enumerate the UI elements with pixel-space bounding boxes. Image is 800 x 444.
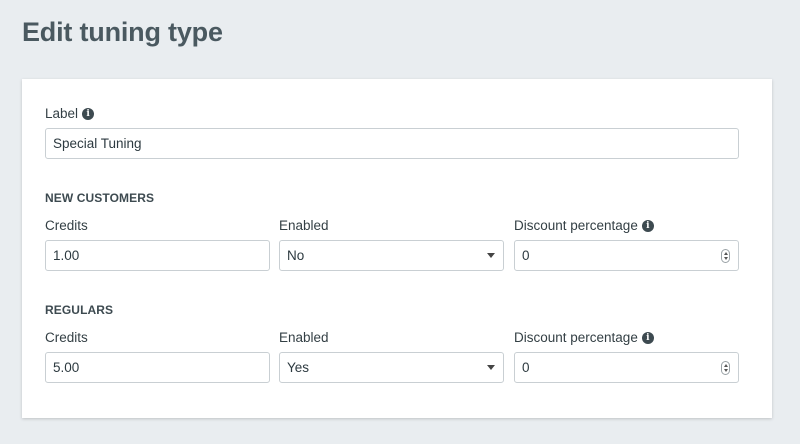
new-customers-enabled-label-text: Enabled	[279, 218, 329, 233]
new-customers-credits-label: Credits	[45, 218, 88, 233]
new-customers-credits-input[interactable]: 1.00	[45, 240, 270, 271]
regulars-heading: REGULARS	[45, 303, 114, 317]
info-icon[interactable]: i	[641, 331, 654, 344]
regulars-discount-label-text: Discount percentage	[514, 330, 638, 345]
regulars-credits-label: Credits	[45, 330, 88, 345]
info-icon[interactable]: i	[641, 219, 654, 232]
new-customers-enabled-label: Enabled	[279, 218, 329, 233]
regulars-enabled-label-text: Enabled	[279, 330, 329, 345]
regulars-discount-value: 0	[522, 360, 530, 375]
caret-down-icon	[487, 365, 495, 370]
new-customers-discount-label: Discount percentage i	[514, 218, 654, 233]
new-customers-enabled-value: No	[287, 248, 305, 263]
regulars-discount-input[interactable]: 0	[514, 352, 739, 383]
regulars-enabled-select[interactable]: Yes	[279, 352, 504, 383]
number-stepper-icon[interactable]	[721, 249, 730, 263]
label-input-value: Special Tuning	[53, 136, 142, 151]
caret-down-icon	[487, 253, 495, 258]
info-icon[interactable]: i	[82, 107, 95, 120]
label-field-label-text: Label	[45, 106, 79, 121]
label-input[interactable]: Special Tuning	[45, 128, 739, 159]
regulars-credits-input[interactable]: 5.00	[45, 352, 270, 383]
page-title: Edit tuning type	[22, 17, 223, 47]
label-field-label: Label i	[45, 106, 95, 121]
new-customers-discount-label-text: Discount percentage	[514, 218, 638, 233]
number-stepper-icon[interactable]	[721, 361, 730, 375]
new-customers-discount-input[interactable]: 0	[514, 240, 739, 271]
new-customers-credits-label-text: Credits	[45, 218, 88, 233]
regulars-enabled-label: Enabled	[279, 330, 329, 345]
regulars-enabled-value: Yes	[287, 360, 310, 375]
regulars-discount-label: Discount percentage i	[514, 330, 654, 345]
edit-form-card: Label i Special Tuning NEW CUSTOMERS Cre…	[22, 79, 772, 418]
new-customers-discount-value: 0	[522, 248, 530, 263]
regulars-credits-label-text: Credits	[45, 330, 88, 345]
new-customers-credits-value: 1.00	[53, 248, 80, 263]
new-customers-heading: NEW CUSTOMERS	[45, 191, 155, 205]
new-customers-enabled-select[interactable]: No	[279, 240, 504, 271]
regulars-credits-value: 5.00	[53, 360, 80, 375]
